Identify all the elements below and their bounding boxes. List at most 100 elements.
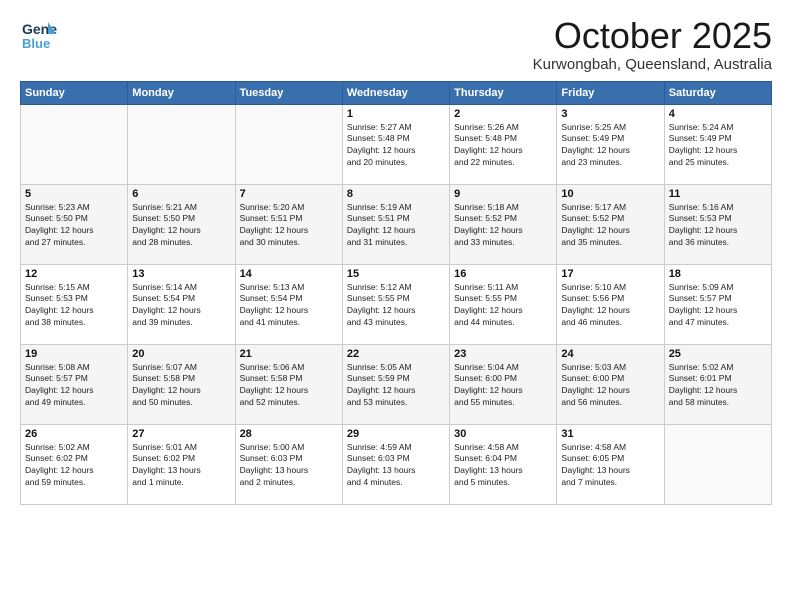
header: General Blue October 2025 Kurwongbah, Qu…: [20, 16, 772, 73]
table-row: 9 Sunrise: 5:18 AM Sunset: 5:52 PM Daylig…: [450, 184, 557, 264]
logo: General Blue: [20, 16, 58, 54]
table-row: 30 Sunrise: 4:58 AM Sunset: 6:04 PM Dayli…: [450, 424, 557, 504]
day-number: 11: [669, 188, 767, 200]
day-number: 23: [454, 348, 552, 360]
day-number: 30: [454, 428, 552, 440]
day-number: 1: [347, 108, 445, 120]
header-sunday: Sunday: [21, 81, 128, 104]
table-row: 24 Sunrise: 5:03 AM Sunset: 6:00 PM Dayli…: [557, 344, 664, 424]
day-info: Sunrise: 5:18 AM Sunset: 5:52 PM Dayligh…: [454, 202, 552, 250]
table-row: 7 Sunrise: 5:20 AM Sunset: 5:51 PM Daylig…: [235, 184, 342, 264]
table-row: 25 Sunrise: 5:02 AM Sunset: 6:01 PM Dayli…: [664, 344, 771, 424]
day-info: Sunrise: 4:58 AM Sunset: 6:05 PM Dayligh…: [561, 442, 659, 490]
day-number: 14: [240, 268, 338, 280]
table-row: [664, 424, 771, 504]
day-info: Sunrise: 5:15 AM Sunset: 5:53 PM Dayligh…: [25, 282, 123, 330]
day-info: Sunrise: 5:04 AM Sunset: 6:00 PM Dayligh…: [454, 362, 552, 410]
day-number: 13: [132, 268, 230, 280]
day-info: Sunrise: 5:01 AM Sunset: 6:02 PM Dayligh…: [132, 442, 230, 490]
day-info: Sunrise: 5:14 AM Sunset: 5:54 PM Dayligh…: [132, 282, 230, 330]
table-row: [128, 104, 235, 184]
day-number: 31: [561, 428, 659, 440]
day-info: Sunrise: 4:58 AM Sunset: 6:04 PM Dayligh…: [454, 442, 552, 490]
day-number: 29: [347, 428, 445, 440]
title-block: October 2025 Kurwongbah, Queensland, Aus…: [533, 16, 772, 73]
day-number: 19: [25, 348, 123, 360]
day-number: 12: [25, 268, 123, 280]
calendar-page: General Blue October 2025 Kurwongbah, Qu…: [0, 0, 792, 612]
day-info: Sunrise: 5:25 AM Sunset: 5:49 PM Dayligh…: [561, 122, 659, 170]
table-row: 10 Sunrise: 5:17 AM Sunset: 5:52 PM Dayli…: [557, 184, 664, 264]
day-number: 18: [669, 268, 767, 280]
day-info: Sunrise: 5:02 AM Sunset: 6:01 PM Dayligh…: [669, 362, 767, 410]
day-number: 25: [669, 348, 767, 360]
day-info: Sunrise: 5:07 AM Sunset: 5:58 PM Dayligh…: [132, 362, 230, 410]
day-info: Sunrise: 5:26 AM Sunset: 5:48 PM Dayligh…: [454, 122, 552, 170]
header-monday: Monday: [128, 81, 235, 104]
day-info: Sunrise: 5:19 AM Sunset: 5:51 PM Dayligh…: [347, 202, 445, 250]
day-info: Sunrise: 5:24 AM Sunset: 5:49 PM Dayligh…: [669, 122, 767, 170]
day-info: Sunrise: 5:11 AM Sunset: 5:55 PM Dayligh…: [454, 282, 552, 330]
header-friday: Friday: [557, 81, 664, 104]
day-info: Sunrise: 5:08 AM Sunset: 5:57 PM Dayligh…: [25, 362, 123, 410]
day-number: 4: [669, 108, 767, 120]
table-row: 6Sunrise: 5:21 AM Sunset: 5:50 PM Daylig…: [128, 184, 235, 264]
day-number: 24: [561, 348, 659, 360]
table-row: 11 Sunrise: 5:16 AM Sunset: 5:53 PM Dayli…: [664, 184, 771, 264]
table-row: 27 Sunrise: 5:01 AM Sunset: 6:02 PM Dayli…: [128, 424, 235, 504]
table-row: 12 Sunrise: 5:15 AM Sunset: 5:53 PM Dayli…: [21, 264, 128, 344]
table-row: 21Sunrise: 5:06 AM Sunset: 5:58 PM Dayli…: [235, 344, 342, 424]
table-row: 20Sunrise: 5:07 AM Sunset: 5:58 PM Dayli…: [128, 344, 235, 424]
calendar-week-row: 5 Sunrise: 5:23 AM Sunset: 5:50 PM Daylig…: [21, 184, 772, 264]
day-info: Sunrise: 5:23 AM Sunset: 5:50 PM Dayligh…: [25, 202, 123, 250]
header-thursday: Thursday: [450, 81, 557, 104]
day-number: 3: [561, 108, 659, 120]
table-row: 23 Sunrise: 5:04 AM Sunset: 6:00 PM Dayli…: [450, 344, 557, 424]
day-number: 10: [561, 188, 659, 200]
table-row: 22Sunrise: 5:05 AM Sunset: 5:59 PM Dayli…: [342, 344, 449, 424]
day-number: 5: [25, 188, 123, 200]
day-number: 17: [561, 268, 659, 280]
table-row: 15Sunrise: 5:12 AM Sunset: 5:55 PM Dayli…: [342, 264, 449, 344]
day-info: Sunrise: 5:10 AM Sunset: 5:56 PM Dayligh…: [561, 282, 659, 330]
calendar-title: October 2025: [533, 16, 772, 56]
table-row: 31 Sunrise: 4:58 AM Sunset: 6:05 PM Dayli…: [557, 424, 664, 504]
day-info: Sunrise: 5:03 AM Sunset: 6:00 PM Dayligh…: [561, 362, 659, 410]
calendar-week-row: 26Sunrise: 5:02 AM Sunset: 6:02 PM Dayli…: [21, 424, 772, 504]
table-row: 29Sunrise: 4:59 AM Sunset: 6:03 PM Dayli…: [342, 424, 449, 504]
logo-icon: General Blue: [20, 16, 58, 54]
day-info: Sunrise: 5:13 AM Sunset: 5:54 PM Dayligh…: [240, 282, 338, 330]
day-number: 6: [132, 188, 230, 200]
day-number: 7: [240, 188, 338, 200]
day-info: Sunrise: 5:00 AM Sunset: 6:03 PM Dayligh…: [240, 442, 338, 490]
day-info: Sunrise: 5:09 AM Sunset: 5:57 PM Dayligh…: [669, 282, 767, 330]
calendar-table: Sunday Monday Tuesday Wednesday Thursday…: [20, 81, 772, 505]
table-row: 26Sunrise: 5:02 AM Sunset: 6:02 PM Dayli…: [21, 424, 128, 504]
table-row: 17 Sunrise: 5:10 AM Sunset: 5:56 PM Dayli…: [557, 264, 664, 344]
day-number: 8: [347, 188, 445, 200]
header-tuesday: Tuesday: [235, 81, 342, 104]
table-row: 19 Sunrise: 5:08 AM Sunset: 5:57 PM Dayli…: [21, 344, 128, 424]
table-row: 28 Sunrise: 5:00 AM Sunset: 6:03 PM Dayli…: [235, 424, 342, 504]
day-info: Sunrise: 5:06 AM Sunset: 5:58 PM Dayligh…: [240, 362, 338, 410]
day-info: Sunrise: 5:17 AM Sunset: 5:52 PM Dayligh…: [561, 202, 659, 250]
day-info: Sunrise: 5:05 AM Sunset: 5:59 PM Dayligh…: [347, 362, 445, 410]
calendar-week-row: 1 Sunrise: 5:27 AM Sunset: 5:48 PM Daylig…: [21, 104, 772, 184]
day-info: Sunrise: 5:20 AM Sunset: 5:51 PM Dayligh…: [240, 202, 338, 250]
table-row: 18 Sunrise: 5:09 AM Sunset: 5:57 PM Dayli…: [664, 264, 771, 344]
table-row: 5 Sunrise: 5:23 AM Sunset: 5:50 PM Daylig…: [21, 184, 128, 264]
day-info: Sunrise: 5:27 AM Sunset: 5:48 PM Dayligh…: [347, 122, 445, 170]
day-number: 27: [132, 428, 230, 440]
weekday-header-row: Sunday Monday Tuesday Wednesday Thursday…: [21, 81, 772, 104]
table-row: 16Sunrise: 5:11 AM Sunset: 5:55 PM Dayli…: [450, 264, 557, 344]
day-number: 2: [454, 108, 552, 120]
calendar-subtitle: Kurwongbah, Queensland, Australia: [533, 56, 772, 73]
header-wednesday: Wednesday: [342, 81, 449, 104]
table-row: [21, 104, 128, 184]
day-number: 28: [240, 428, 338, 440]
day-info: Sunrise: 5:16 AM Sunset: 5:53 PM Dayligh…: [669, 202, 767, 250]
table-row: 1 Sunrise: 5:27 AM Sunset: 5:48 PM Daylig…: [342, 104, 449, 184]
day-number: 9: [454, 188, 552, 200]
svg-text:Blue: Blue: [22, 36, 50, 51]
table-row: 8 Sunrise: 5:19 AM Sunset: 5:51 PM Daylig…: [342, 184, 449, 264]
